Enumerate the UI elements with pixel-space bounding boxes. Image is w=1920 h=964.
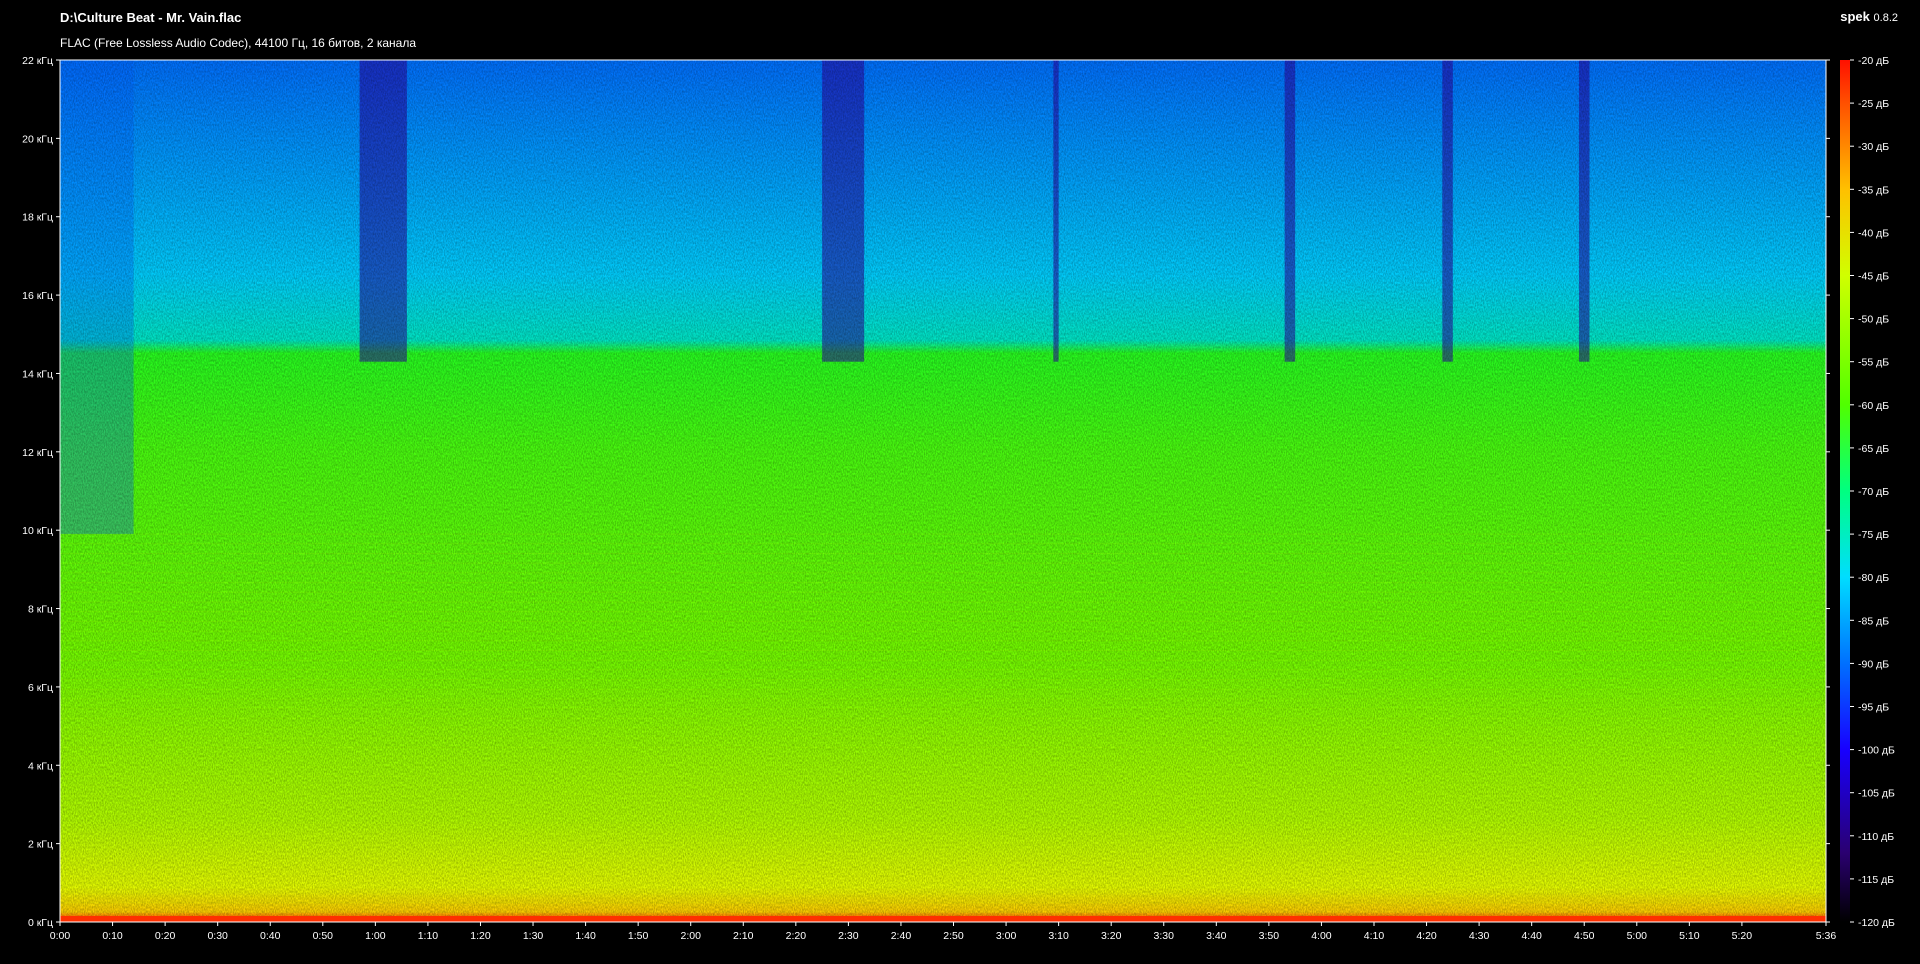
colorbar-gradient (1840, 60, 1850, 922)
y-tick-label: 12 кГц (22, 447, 53, 459)
x-tick-label: 0:10 (102, 930, 123, 942)
spectrogram-grain (60, 60, 1826, 922)
colorbar-tick-label: -100 дБ (1858, 745, 1895, 757)
colorbar-tick-label: -80 дБ (1858, 572, 1889, 584)
colorbar-tick-label: -55 дБ (1858, 357, 1889, 369)
colorbar-tick-label: -120 дБ (1858, 917, 1895, 929)
colorbar-tick-label: -65 дБ (1858, 443, 1889, 455)
x-tick-label: 1:50 (628, 930, 649, 942)
x-tick-label: 1:10 (418, 930, 439, 942)
colorbar-tick-label: -40 дБ (1858, 227, 1889, 239)
colorbar-tick-label: -115 дБ (1858, 874, 1894, 886)
x-tick-label: 3:50 (1259, 930, 1280, 942)
x-tick-label: 5:00 (1627, 930, 1648, 942)
x-tick-label: 4:10 (1364, 930, 1385, 942)
colorbar-tick-label: -110 дБ (1858, 831, 1894, 843)
y-tick-label: 22 кГц (22, 55, 53, 67)
x-tick-label: 1:40 (575, 930, 596, 942)
x-tick-label: 2:00 (680, 930, 701, 942)
x-tick-label: 1:20 (470, 930, 491, 942)
x-tick-label: 2:40 (891, 930, 912, 942)
x-tick-label: 0:30 (207, 930, 228, 942)
colorbar-tick-label: -25 дБ (1858, 98, 1889, 110)
colorbar-tick-label: -90 дБ (1858, 658, 1889, 670)
y-tick-label: 8 кГц (28, 604, 53, 616)
x-tick-label: 0:50 (313, 930, 334, 942)
x-tick-label: 1:30 (523, 930, 544, 942)
x-tick-label: 4:00 (1311, 930, 1332, 942)
colorbar-tick-label: -20 дБ (1858, 55, 1889, 67)
x-tick-label: 5:10 (1679, 930, 1700, 942)
y-tick-label: 6 кГц (28, 682, 53, 694)
dc-band (60, 916, 1826, 922)
x-tick-label: 3:00 (996, 930, 1017, 942)
y-tick-label: 14 кГц (22, 368, 53, 380)
x-tick-label: 4:20 (1416, 930, 1437, 942)
y-tick-label: 16 кГц (22, 290, 53, 302)
y-tick-label: 20 кГц (22, 133, 53, 145)
x-tick-label: 1:00 (365, 930, 386, 942)
x-tick-label: 2:20 (786, 930, 807, 942)
colorbar-tick-label: -60 дБ (1858, 400, 1889, 412)
colorbar-tick-label: -35 дБ (1858, 184, 1889, 196)
x-tick-label: 3:20 (1101, 930, 1122, 942)
spectrogram-chart: 0 кГц 2 кГц 4 кГц 6 кГц 8 кГц 10 кГц 12 кГц 14 … (22, 55, 1895, 942)
x-tick-label: 0:20 (155, 930, 176, 942)
colorbar-tick-label: -50 дБ (1858, 314, 1889, 326)
colorbar-tick-label: -45 дБ (1858, 271, 1889, 283)
x-end-label: 5:36 (1816, 930, 1837, 942)
x-tick-label: 3:40 (1206, 930, 1227, 942)
colorbar-tick-label: -85 дБ (1858, 615, 1889, 627)
y-tick-label: 10 кГц (22, 525, 53, 537)
x-tick-label: 4:50 (1574, 930, 1595, 942)
colorbar-tick-label: -95 дБ (1858, 702, 1889, 714)
colorbar: -20 дБ -25 дБ -30 дБ -35 дБ -40 дБ -45 дБ -50 … (1840, 55, 1895, 929)
x-tick-label: 0:40 (260, 930, 281, 942)
x-tick-label: 0:00 (50, 930, 71, 942)
y-tick-label: 2 кГц (28, 839, 53, 851)
colorbar-tick-label: -70 дБ (1858, 486, 1889, 498)
x-tick-label: 2:10 (733, 930, 754, 942)
y-tick-label: 4 кГц (28, 760, 53, 772)
x-tick-label: 5:20 (1732, 930, 1753, 942)
spectrogram-plot (60, 60, 1826, 922)
colorbar-tick-label: -75 дБ (1858, 529, 1889, 541)
x-tick-label: 4:40 (1521, 930, 1542, 942)
x-tick-label: 4:30 (1469, 930, 1490, 942)
colorbar-tick-label: -30 дБ (1858, 141, 1889, 153)
x-tick-label: 2:30 (838, 930, 859, 942)
x-tick-label: 2:50 (943, 930, 964, 942)
x-tick-label: 3:30 (1154, 930, 1175, 942)
x-tick-label: 3:10 (1048, 930, 1069, 942)
y-tick-label: 0 кГц (28, 917, 53, 929)
y-tick-label: 18 кГц (22, 212, 53, 224)
colorbar-tick-label: -105 дБ (1858, 788, 1895, 800)
